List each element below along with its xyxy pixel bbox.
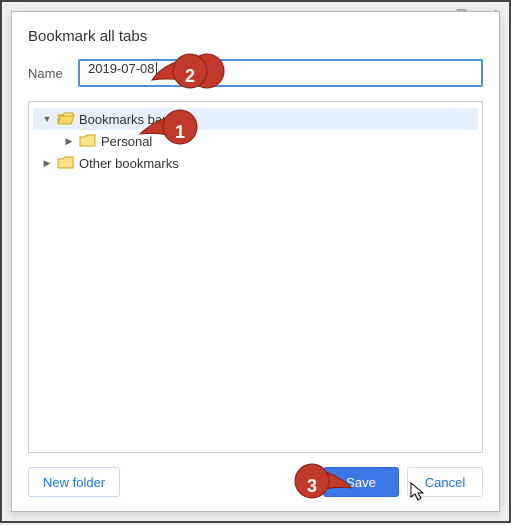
expand-down-icon[interactable]: ▼ [41,114,53,124]
tree-item-label: Personal [101,134,152,149]
new-folder-button[interactable]: New folder [28,467,120,497]
name-label: Name [28,66,68,81]
expand-right-icon[interactable]: ▶ [41,158,53,169]
folder-tree[interactable]: ▼ Bookmarks bar ▶ Personal [28,101,483,453]
folder-icon [79,134,97,148]
tree-item-personal[interactable]: ▶ Personal [33,130,478,152]
tree-item-label: Other bookmarks [79,156,179,171]
dialog-title: Bookmark all tabs [28,28,483,45]
screenshot-frame: groovyPost Bookmark all tabs Name 2019-0… [0,0,511,523]
tree-item-label: Bookmarks bar [79,112,166,127]
cancel-button[interactable]: Cancel [407,467,483,497]
folder-open-icon [57,112,75,126]
dialog-button-row: New folder Save Cancel [28,467,483,497]
bookmark-all-tabs-dialog: Bookmark all tabs Name 2019-07-08 ▼ Book… [11,11,500,512]
tree-item-bookmarks-bar[interactable]: ▼ Bookmarks bar [33,108,478,130]
save-button[interactable]: Save [323,467,399,497]
folder-icon [57,156,75,170]
expand-right-icon[interactable]: ▶ [63,136,75,147]
name-input-value: 2019-07-08 [88,61,155,76]
text-caret [156,62,157,78]
name-input[interactable]: 2019-07-08 [78,59,483,87]
name-row: Name 2019-07-08 [28,59,483,87]
tree-item-other-bookmarks[interactable]: ▶ Other bookmarks [33,152,478,174]
